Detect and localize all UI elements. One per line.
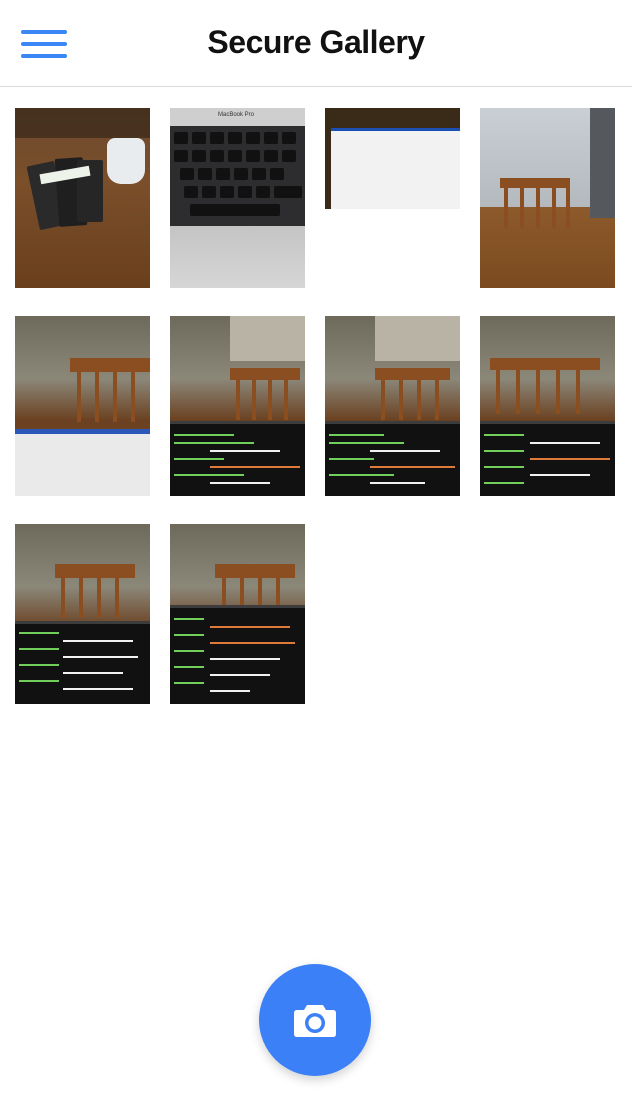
photo-thumbnail-4[interactable] bbox=[480, 108, 615, 288]
photo-thumbnail-5[interactable] bbox=[15, 316, 150, 496]
photo-label-text: MacBook Pro bbox=[218, 112, 255, 118]
camera-button[interactable] bbox=[259, 964, 371, 1076]
photo-thumbnail-8[interactable] bbox=[480, 316, 615, 496]
photo-thumbnail-1[interactable] bbox=[15, 108, 150, 288]
photo-thumbnail-6[interactable] bbox=[170, 316, 305, 496]
app-header: Secure Gallery bbox=[0, 0, 632, 87]
photo-thumbnail-10[interactable] bbox=[170, 524, 305, 704]
photo-thumbnail-3[interactable] bbox=[325, 108, 460, 209]
photo-thumbnail-7[interactable] bbox=[325, 316, 460, 496]
photo-thumbnail-9[interactable] bbox=[15, 524, 150, 704]
page-title: Secure Gallery bbox=[207, 24, 425, 60]
photo-thumbnail-2[interactable]: MacBook Pro bbox=[170, 108, 305, 288]
camera-icon bbox=[294, 1005, 336, 1037]
